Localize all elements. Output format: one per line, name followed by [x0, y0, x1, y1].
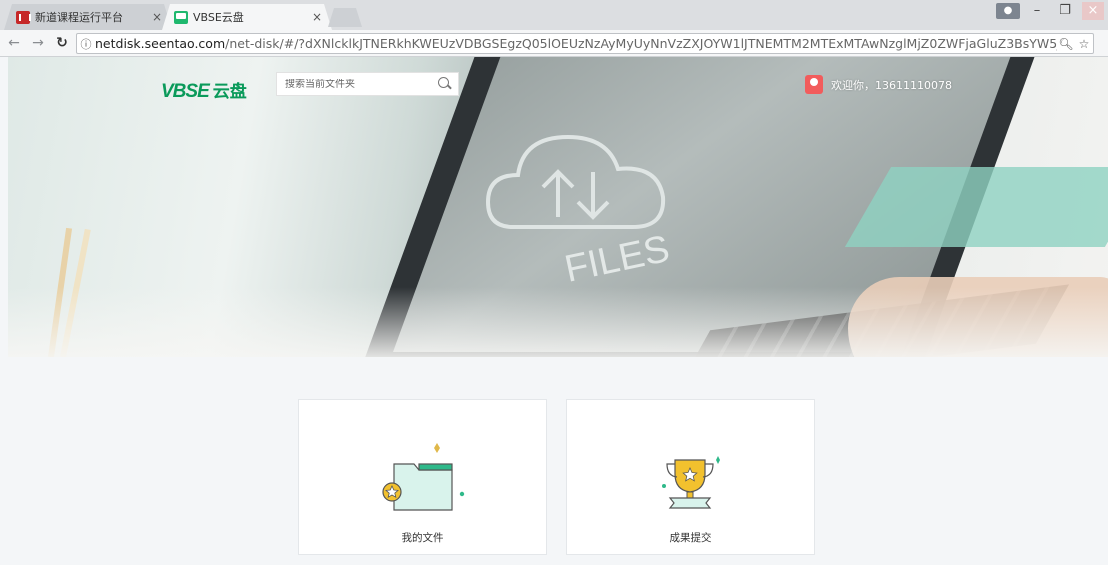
bookmark-star-icon[interactable]: ☆: [1075, 37, 1093, 51]
course-platform-favicon-icon: [16, 11, 30, 24]
svg-text:FILES: FILES: [561, 228, 673, 291]
address-bar[interactable]: ⓘ netdisk.seentao.com /net-disk/#/?dXNlc…: [76, 33, 1094, 54]
hero-banner: FILES VBSE云盘 欢迎你，13611110078: [8, 57, 1108, 357]
tab-close-icon[interactable]: ×: [152, 10, 162, 24]
search-box: [276, 72, 459, 96]
search-icon[interactable]: [434, 73, 458, 95]
profile-icon[interactable]: ●: [996, 3, 1020, 19]
search-input[interactable]: [277, 78, 434, 90]
close-window-button[interactable]: ×: [1082, 2, 1104, 20]
zoom-icon[interactable]: 🔍︎: [1057, 37, 1075, 51]
tab-title: 新道课程运行平台: [35, 11, 123, 24]
user-avatar-icon[interactable]: [805, 75, 823, 94]
my-files-label: 我的文件: [401, 532, 444, 544]
restore-button[interactable]: ❐: [1054, 2, 1076, 20]
vbse-favicon-icon: [174, 11, 188, 24]
reload-icon[interactable]: ↻: [52, 35, 72, 51]
vbse-logo[interactable]: VBSE 云盘: [161, 77, 247, 103]
logo-cn-text: 云盘: [212, 82, 247, 101]
trophy-icon: [662, 456, 720, 509]
url-host: netdisk.seentao.com: [95, 36, 226, 51]
url-path: /net-disk/#/?dXNlcklkJTNERkhKWEUzVDBGSEg…: [225, 36, 1057, 51]
notebook-image: [844, 167, 1108, 247]
browser-toolbar: ← → ↻ ⓘ netdisk.seentao.com /net-disk/#/…: [0, 30, 1108, 57]
site-info-icon[interactable]: ⓘ: [77, 36, 95, 52]
submit-results-label: 成果提交: [669, 532, 712, 544]
tab-title: VBSE云盘: [193, 11, 244, 24]
logo-text: VBSE: [161, 81, 210, 102]
new-tab-button[interactable]: [328, 8, 362, 27]
back-arrow-icon[interactable]: ←: [4, 35, 24, 51]
forward-arrow-icon[interactable]: →: [28, 35, 48, 51]
window-controls: ● – ❐ ×: [996, 2, 1104, 20]
folder-icon: [382, 443, 465, 511]
tab-vbse-disk[interactable]: VBSE云盘 ×: [162, 4, 332, 30]
tab-course-platform[interactable]: 新道课程运行平台 ×: [4, 4, 172, 30]
submit-results-card[interactable]: 成果提交: [566, 399, 815, 555]
browser-tab-strip: 新道课程运行平台 × VBSE云盘 × ● – ❐ ×: [0, 0, 1108, 30]
user-info: 欢迎你，13611110078: [805, 75, 952, 94]
tab-close-icon[interactable]: ×: [312, 10, 322, 24]
desk-surface: [8, 287, 1108, 357]
welcome-text: 欢迎你，13611110078: [831, 78, 952, 92]
minimize-button[interactable]: –: [1026, 2, 1048, 20]
my-files-card[interactable]: 我的文件: [298, 399, 547, 555]
